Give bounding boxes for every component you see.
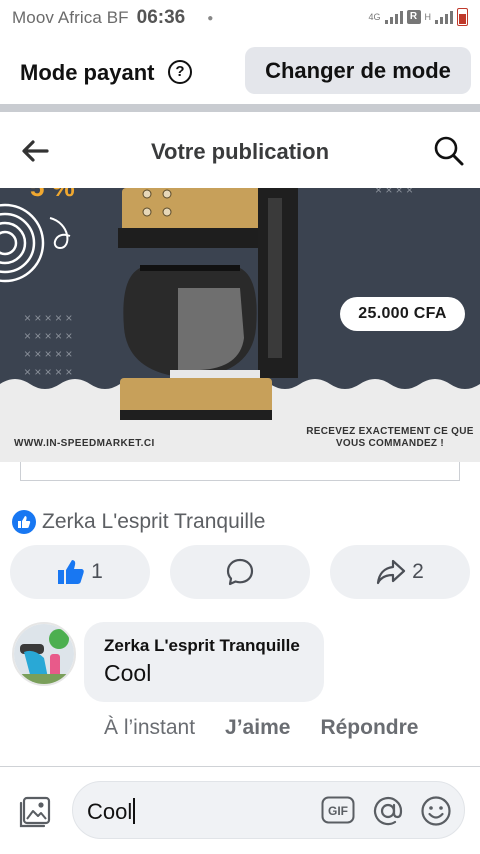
- photo-icon[interactable]: [18, 795, 52, 829]
- post-card-frame: [20, 462, 460, 481]
- gif-label: GIF: [328, 804, 348, 818]
- svg-text:× × × × ×: × × × × ×: [24, 365, 72, 379]
- share-arrow-icon: [377, 559, 406, 585]
- search-icon[interactable]: [432, 134, 466, 168]
- post-actions: 1 2: [10, 545, 470, 599]
- comment-text: Cool: [104, 660, 152, 686]
- comment-input[interactable]: Cool GIF: [72, 781, 465, 839]
- svg-text:× × × × ×: × × × × ×: [24, 311, 72, 325]
- signal-icon-2: [435, 10, 453, 24]
- image-url-text: WWW.IN-SPEEDMARKET.CI: [14, 438, 155, 449]
- image-tagline: RECEVEZ EXACTEMENT CE QUE VOUS COMMANDEZ…: [306, 426, 474, 449]
- comment-author[interactable]: Zerka L'esprit Tranquille: [104, 636, 300, 656]
- roaming-badge: R: [406, 10, 421, 24]
- thumbs-up-icon: [58, 560, 84, 584]
- notification-dot: ●: [207, 12, 214, 24]
- section-divider: [0, 104, 480, 112]
- network-h-label: H: [424, 12, 432, 22]
- mode-bar: Mode payant ? Changer de mode: [0, 40, 480, 104]
- like-reaction-icon: [12, 510, 36, 534]
- comment-button[interactable]: [170, 545, 310, 599]
- network-4g-label: 4G: [368, 12, 381, 22]
- mode-label: Mode payant: [20, 60, 155, 85]
- reaction-summary[interactable]: Zerka L'esprit Tranquille: [12, 508, 265, 536]
- carrier-name: Moov Africa BF: [12, 8, 129, 27]
- comment-bubble[interactable]: Zerka L'esprit Tranquille Cool: [84, 622, 324, 702]
- avatar[interactable]: [12, 622, 76, 686]
- signal-icon: [384, 10, 403, 24]
- price-badge: 25.000 CFA: [340, 297, 465, 331]
- comment-timestamp: À l’instant: [104, 716, 196, 739]
- comment-input-value: Cool: [87, 798, 136, 825]
- like-count: 1: [91, 560, 103, 583]
- comment-like-link[interactable]: J’aime: [225, 716, 290, 740]
- comment-icon: [226, 558, 254, 586]
- emoji-icon[interactable]: [419, 794, 453, 828]
- svg-text:× × × × ×: × × × × ×: [24, 347, 72, 361]
- mention-at-icon[interactable]: [371, 794, 405, 828]
- like-button[interactable]: 1: [10, 545, 150, 599]
- svg-text:5 %: 5 %: [30, 188, 75, 202]
- page-header: Votre publication: [0, 124, 480, 178]
- comment-reply-link[interactable]: Répondre: [320, 716, 418, 740]
- help-icon[interactable]: ?: [168, 60, 192, 84]
- battery-icon: [457, 8, 468, 26]
- reaction-names: Zerka L'esprit Tranquille: [42, 510, 266, 533]
- share-button[interactable]: 2: [330, 545, 470, 599]
- status-time: 06:36: [136, 7, 186, 28]
- gif-icon[interactable]: GIF: [321, 796, 355, 824]
- change-mode-button[interactable]: Changer de mode: [245, 47, 471, 94]
- svg-text:× × × × ×: × × × × ×: [24, 329, 72, 343]
- comment-composer: Cool GIF: [0, 767, 480, 854]
- svg-text:× × × ×: × × × ×: [375, 188, 413, 197]
- comment-meta: À l’instant J’aime Répondre: [104, 714, 418, 742]
- status-indicators: 4G R H: [368, 8, 468, 26]
- page-title: Votre publication: [150, 139, 330, 164]
- share-count: 2: [412, 560, 424, 583]
